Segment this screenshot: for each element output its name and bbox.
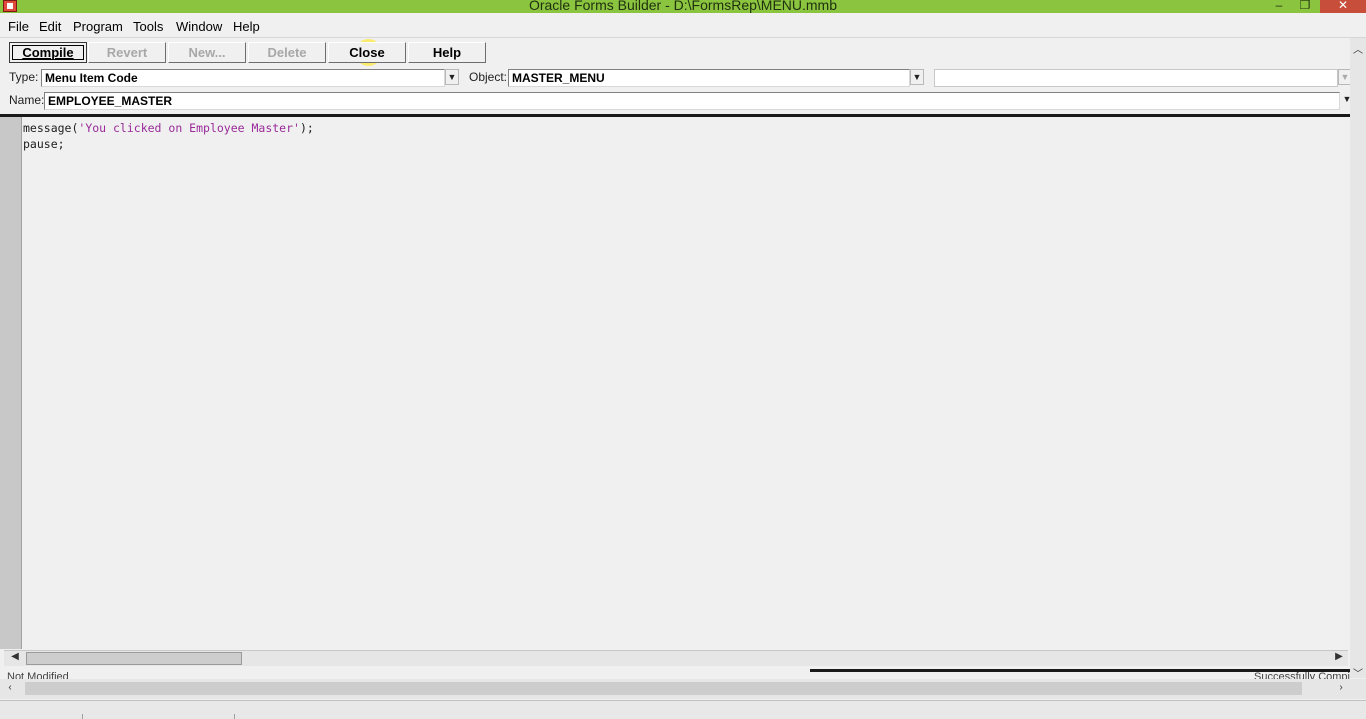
help-button[interactable]: Help [408, 42, 486, 63]
scroll-right-icon[interactable]: ▶ [1332, 651, 1346, 662]
code-editor[interactable] [22, 117, 1348, 649]
code-line-2[interactable]: pause; [23, 136, 65, 152]
window-title: Oracle Forms Builder - D:\FormsRep\MENU.… [528, 0, 838, 13]
window-horizontal-scrollbar[interactable]: ‹ › [0, 679, 1366, 699]
name-field[interactable]: EMPLOYEE_MASTER [44, 92, 1340, 110]
scroll-up-icon[interactable]: ︿ [1351, 41, 1365, 56]
compile-status: Successfully Compiled [1254, 671, 1350, 679]
menu-file[interactable]: File [6, 19, 31, 34]
object-label: Object: [469, 70, 508, 84]
scroll-down-icon[interactable]: ﹀ [1351, 665, 1365, 680]
menu-window[interactable]: Window [174, 19, 224, 34]
window-scroll-right-icon[interactable]: › [1334, 682, 1348, 693]
type-select[interactable]: Menu Item Code [41, 69, 445, 87]
revert-button[interactable]: Revert [88, 42, 166, 63]
object-dropdown-arrow-icon[interactable]: ▼ [910, 69, 924, 85]
editor-horizontal-scrollbar[interactable]: ◀ ▶ [4, 650, 1348, 666]
code-string-literal: 'You clicked on Employee Master' [78, 121, 300, 135]
type-label: Type: [9, 70, 39, 84]
new-button[interactable]: New... [168, 42, 246, 63]
type-dropdown-arrow-icon[interactable]: ▼ [445, 69, 459, 85]
maximize-button[interactable]: ❐ [1292, 0, 1318, 13]
minimize-button[interactable]: – [1266, 0, 1292, 13]
scroll-left-icon[interactable]: ◀ [8, 651, 22, 662]
object-select[interactable]: MASTER_MENU [508, 69, 910, 87]
window-scroll-thumb[interactable] [25, 682, 1302, 695]
menu-edit[interactable]: Edit [37, 19, 63, 34]
menu-divider [0, 37, 1366, 38]
compile-button[interactable]: Compile [9, 42, 87, 63]
code-token: ); [299, 121, 314, 135]
menu-program[interactable]: Program [71, 19, 125, 34]
window-scroll-left-icon[interactable]: ‹ [3, 682, 17, 693]
menu-help[interactable]: Help [231, 19, 262, 34]
vertical-scrollbar[interactable]: ︿ ﹀ [1350, 38, 1366, 680]
status-cell [84, 714, 235, 719]
status-line: Not Modified Successfully Compiled [0, 667, 1350, 679]
bottom-status-bar [0, 700, 1366, 719]
status-cell [0, 714, 83, 719]
menu-tools[interactable]: Tools [131, 19, 165, 34]
code-line-1[interactable]: message('You clicked on Employee Master'… [23, 120, 314, 136]
code-token: message( [23, 121, 79, 135]
name-label: Name: [9, 93, 45, 107]
scroll-thumb[interactable] [26, 652, 242, 665]
editor-gutter [0, 117, 22, 649]
delete-button[interactable]: Delete [248, 42, 326, 63]
title-bar: Oracle Forms Builder - D:\FormsRep\MENU.… [0, 0, 1366, 13]
modified-status: Not Modified [7, 671, 69, 679]
menu-bar: File Edit Program Tools Window Help [0, 17, 1366, 37]
close-button[interactable]: Close [328, 42, 406, 63]
close-window-button[interactable]: ✕ [1320, 0, 1366, 13]
third-select[interactable] [934, 69, 1338, 87]
